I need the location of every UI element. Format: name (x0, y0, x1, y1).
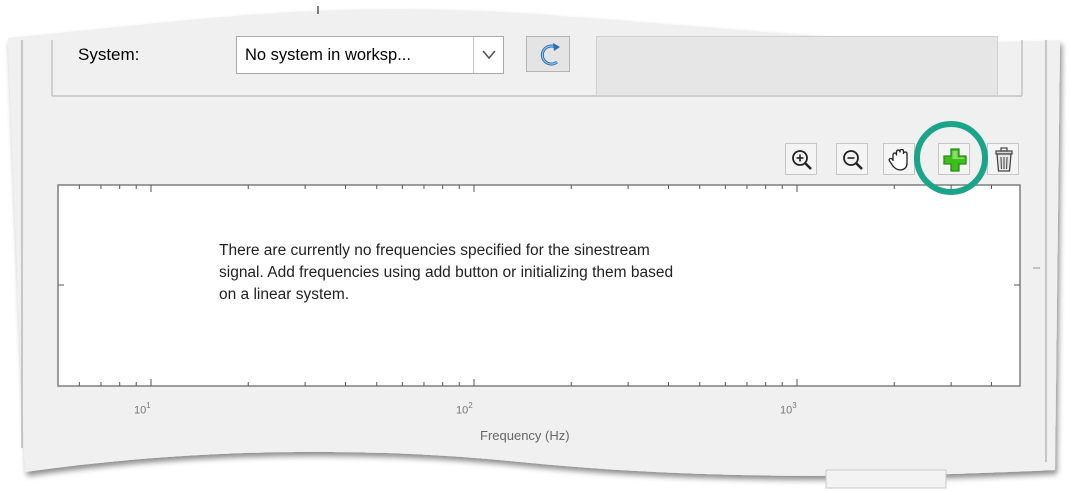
plot-message-line: signal. Add frequencies using add button… (219, 264, 674, 281)
system-label: System: (78, 45, 140, 64)
disabled-field (596, 36, 998, 96)
system-dropdown-value: No system in worksp... (245, 46, 411, 64)
zoom-out-button[interactable] (836, 143, 868, 175)
system-dropdown[interactable]: No system in worksp... (236, 36, 504, 74)
x-tick-label: 103 (780, 401, 797, 417)
zoom-out-icon (843, 150, 863, 170)
refresh-button[interactable] (526, 36, 570, 72)
plot-message: There are currently no frequencies speci… (219, 240, 899, 306)
refresh-icon (540, 43, 560, 66)
zoom-in-button[interactable] (785, 143, 817, 175)
x-tick-label: 102 (456, 401, 473, 417)
chevron-down-icon (482, 50, 496, 60)
zoom-in-icon (792, 150, 812, 170)
screenshot-stage: System: No system in worksp... There are… (0, 0, 1070, 491)
x-tick-label: 101 (134, 401, 151, 417)
plot-message-line: There are currently no frequencies speci… (219, 242, 650, 259)
x-axis-label: Frequency (Hz) (480, 428, 570, 443)
plot-message-line: on a linear system. (219, 286, 350, 303)
highlight-ring (914, 121, 988, 195)
trash-icon (995, 147, 1013, 172)
dropdown-arrow-button[interactable] (473, 37, 503, 73)
